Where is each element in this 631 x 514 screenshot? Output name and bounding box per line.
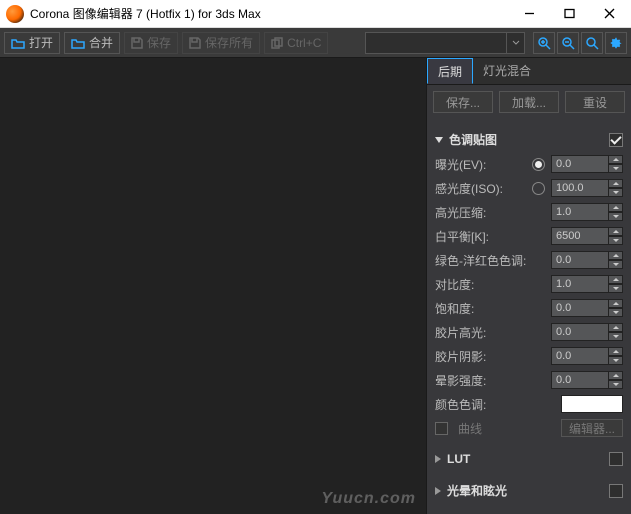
saturation-spinner[interactable] — [551, 299, 623, 317]
filmhi-input[interactable] — [551, 323, 609, 341]
tab-post[interactable]: 后期 — [427, 58, 473, 84]
folder-open-icon — [11, 37, 25, 49]
zoom-fit-icon — [585, 36, 599, 50]
filmsh-label: 胶片阴影: — [435, 348, 545, 365]
window-title: Corona 图像编辑器 7 (Hotfix 1) for 3ds Max — [30, 5, 509, 22]
wb-label: 白平衡[K]: — [435, 228, 545, 245]
highlight-input[interactable] — [551, 203, 609, 221]
image-viewport[interactable]: Yuucn.com — [0, 58, 426, 514]
section-lut-checkbox[interactable] — [609, 452, 623, 466]
section-lut-header[interactable]: LUT — [427, 448, 631, 470]
highlight-label: 高光压缩: — [435, 204, 545, 221]
iso-label: 感光度(ISO): — [435, 180, 526, 197]
tab-lightmix[interactable]: 灯光混合 — [473, 58, 541, 84]
tint-label: 绿色-洋红色色调: — [435, 252, 545, 269]
tint-input[interactable] — [551, 251, 609, 269]
main-toolbar: 打开 合并 保存 保存所有 Ctrl+C — [0, 28, 631, 58]
iso-input[interactable] — [551, 179, 609, 197]
filmsh-input[interactable] — [551, 347, 609, 365]
section-lut-label: LUT — [447, 452, 470, 466]
panel-load-button[interactable]: 加载... — [499, 91, 559, 113]
vignette-label: 晕影强度: — [435, 372, 545, 389]
contrast-spinner[interactable] — [551, 275, 623, 293]
zoom-out-button[interactable] — [557, 32, 579, 54]
zoom-in-icon — [537, 36, 551, 50]
chevron-down-icon — [506, 33, 524, 53]
filmhi-label: 胶片高光: — [435, 324, 545, 341]
settings-button[interactable] — [605, 32, 627, 54]
copy-icon — [271, 37, 283, 49]
zoom-fit-button[interactable] — [581, 32, 603, 54]
chevron-right-icon — [435, 487, 441, 495]
zoom-out-icon — [561, 36, 575, 50]
close-button[interactable] — [589, 1, 629, 27]
iso-spinner[interactable] — [551, 179, 623, 197]
panel-reset-button[interactable]: 重设 — [565, 91, 625, 113]
spin-down-icon[interactable] — [609, 164, 623, 173]
spin-up-icon[interactable] — [609, 155, 623, 164]
disk-all-icon — [189, 37, 201, 49]
wb-input[interactable] — [551, 227, 609, 245]
highlight-spinner[interactable] — [551, 203, 623, 221]
exposure-radio[interactable] — [532, 158, 545, 171]
save-label: 保存 — [147, 34, 171, 51]
panel-tabs: 后期 灯光混合 — [427, 58, 631, 85]
merge-label: 合并 — [89, 34, 113, 51]
minimize-button[interactable] — [509, 1, 549, 27]
saturation-input[interactable] — [551, 299, 609, 317]
contrast-input[interactable] — [551, 275, 609, 293]
window-titlebar: Corona 图像编辑器 7 (Hotfix 1) for 3ds Max — [0, 0, 631, 28]
vignette-spinner[interactable] — [551, 371, 623, 389]
section-bloom-checkbox[interactable] — [609, 484, 623, 498]
section-tonemap-header[interactable]: 色调贴图 — [427, 127, 631, 152]
chevron-right-icon — [435, 455, 441, 463]
save-button[interactable]: 保存 — [124, 32, 178, 54]
section-bloom-header[interactable]: 光晕和眩光 — [427, 478, 631, 503]
exposure-input[interactable] — [551, 155, 609, 173]
section-bloom-label: 光晕和眩光 — [447, 482, 507, 499]
curves-label: 曲线 — [458, 420, 555, 437]
app-icon — [6, 5, 24, 23]
copy-button[interactable]: Ctrl+C — [264, 32, 328, 54]
gear-icon — [609, 36, 623, 50]
exposure-label: 曝光(EV): — [435, 156, 526, 173]
folder-merge-icon — [71, 37, 85, 49]
merge-button[interactable]: 合并 — [64, 32, 120, 54]
iso-radio[interactable] — [532, 182, 545, 195]
saturation-label: 饱和度: — [435, 300, 545, 317]
tint-spinner[interactable] — [551, 251, 623, 269]
section-tonemap-label: 色调贴图 — [449, 131, 497, 148]
filmsh-spinner[interactable] — [551, 347, 623, 365]
curves-editor-button[interactable]: 编辑器... — [561, 419, 623, 437]
vignette-input[interactable] — [551, 371, 609, 389]
colortint-swatch[interactable] — [561, 395, 623, 413]
curves-checkbox[interactable] — [435, 422, 448, 435]
section-tonemap-checkbox[interactable] — [609, 133, 623, 147]
watermark: Yuucn.com — [321, 490, 416, 508]
contrast-label: 对比度: — [435, 276, 545, 293]
history-dropdown[interactable] — [365, 32, 525, 54]
colortint-label: 颜色色调: — [435, 396, 555, 413]
save-all-button[interactable]: 保存所有 — [182, 32, 260, 54]
wb-spinner[interactable] — [551, 227, 623, 245]
panel-save-button[interactable]: 保存... — [433, 91, 493, 113]
filmhi-spinner[interactable] — [551, 323, 623, 341]
zoom-in-button[interactable] — [533, 32, 555, 54]
disk-icon — [131, 37, 143, 49]
open-button[interactable]: 打开 — [4, 32, 60, 54]
exposure-spinner[interactable] — [551, 155, 623, 173]
open-label: 打开 — [29, 34, 53, 51]
right-panel: 后期 灯光混合 保存... 加载... 重设 色调贴图 曝光(EV): 感光度(… — [426, 58, 631, 514]
chevron-down-icon — [435, 137, 443, 143]
maximize-button[interactable] — [549, 1, 589, 27]
copy-label: Ctrl+C — [287, 36, 321, 50]
save-all-label: 保存所有 — [205, 34, 253, 51]
